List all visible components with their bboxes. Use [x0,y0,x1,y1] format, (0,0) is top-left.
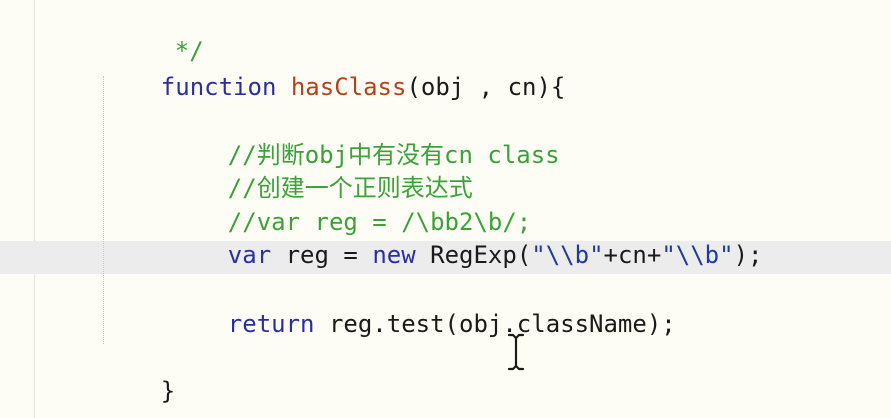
function-params: (obj , cn){ [406,73,566,101]
string-literal-1: "\\b" [531,241,604,269]
var-declaration-line[interactable]: var reg = new RegExp("\\b"+cn+"\\b"); [170,207,763,269]
function-keyword: function [160,73,277,101]
comment-line-2[interactable]: //创建一个正则表达式 [170,140,473,202]
var-assignment: reg = [271,241,373,269]
comment-line-1[interactable]: //判断obj中有没有cn class [170,107,560,169]
concat-expression: +cn+ [603,241,662,269]
function-name: hasClass [290,73,407,101]
new-keyword: new [372,241,416,269]
statement-end: ); [733,241,763,269]
return-keyword: return [227,310,315,338]
return-line[interactable]: return reg.test(obj.className); [170,276,676,338]
comment-end-line[interactable]: */ [117,3,204,65]
var-keyword: var [227,241,272,269]
closing-brace: } [160,377,176,405]
return-expression: reg.test(obj.className); [314,310,676,338]
regexp-call: RegExp( [415,241,532,269]
gutter-divider [34,0,35,418]
closing-brace-line[interactable]: } [103,343,175,405]
function-declaration-line[interactable]: function hasClass(obj , cn){ [103,39,566,101]
code-editor[interactable]: */ function hasClass(obj , cn){ //判断obj中… [0,0,891,418]
comment-line-3[interactable]: //var reg = /\bb2\b/; [170,174,531,236]
string-literal-2: "\\b" [661,241,734,269]
i-beam-cursor-icon [507,333,525,371]
